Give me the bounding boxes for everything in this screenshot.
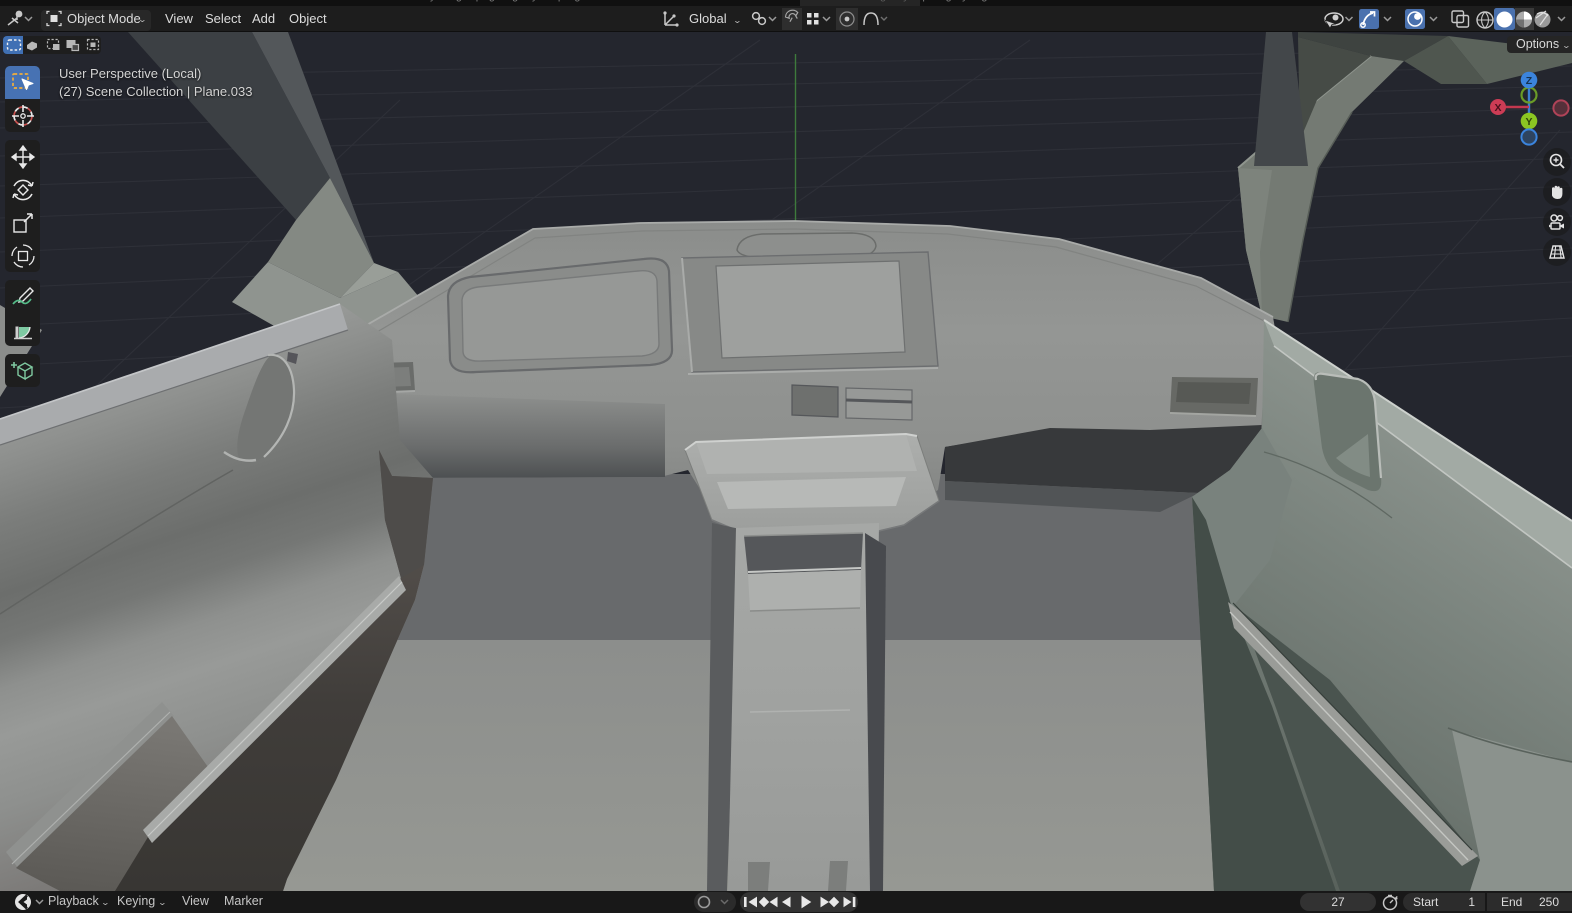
svg-text:X: X [1494,102,1501,114]
svg-text:Z: Z [1526,75,1533,87]
svg-text:Y: Y [1525,116,1532,128]
